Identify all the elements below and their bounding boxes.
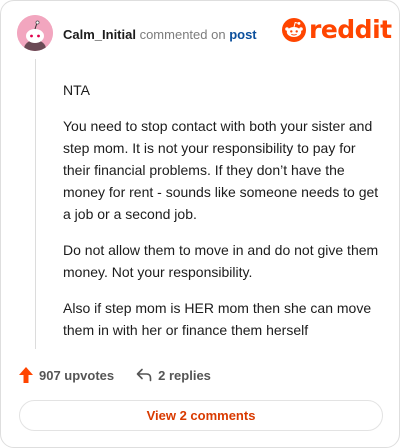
- comment-paragraph: Also if step mom is HER mom then she can…: [63, 300, 372, 338]
- reddit-wordmark: reddit: [309, 15, 392, 44]
- comment-header: Calm_Initial commented on post: [63, 27, 257, 42]
- view-comments-label: View 2 comments: [146, 408, 256, 423]
- username[interactable]: Calm_Initial: [63, 27, 136, 42]
- view-comments-button[interactable]: View 2 comments: [19, 400, 383, 431]
- thread-line: [35, 59, 36, 349]
- post-link[interactable]: post: [229, 27, 256, 42]
- upvote-button[interactable]: 907 upvotes: [19, 367, 114, 383]
- comment-actions: 907 upvotes 2 replies: [19, 367, 211, 383]
- reddit-logo: reddit: [282, 17, 392, 42]
- upvote-arrow-icon: [19, 367, 33, 383]
- comment-paragraph: NTA: [63, 82, 90, 98]
- reddit-snoo-icon: [282, 17, 306, 42]
- reply-arrow-icon: [136, 368, 152, 382]
- snoo-avatar-icon: [17, 15, 53, 51]
- commented-on-text: commented on: [135, 27, 230, 42]
- comment-paragraph: Do not allow them to move in and do not …: [63, 242, 379, 280]
- comment-card: Calm_Initial commented on post reddit NT…: [0, 0, 400, 448]
- upvote-count: 907 upvotes: [39, 367, 115, 383]
- comment-body: NTA You need to stop contact with both y…: [63, 79, 381, 355]
- user-avatar[interactable]: [17, 15, 53, 51]
- reply-count: 2 replies: [158, 367, 211, 383]
- comment-paragraph: You need to stop contact with both your …: [63, 118, 379, 222]
- replies-button[interactable]: 2 replies: [136, 368, 211, 383]
